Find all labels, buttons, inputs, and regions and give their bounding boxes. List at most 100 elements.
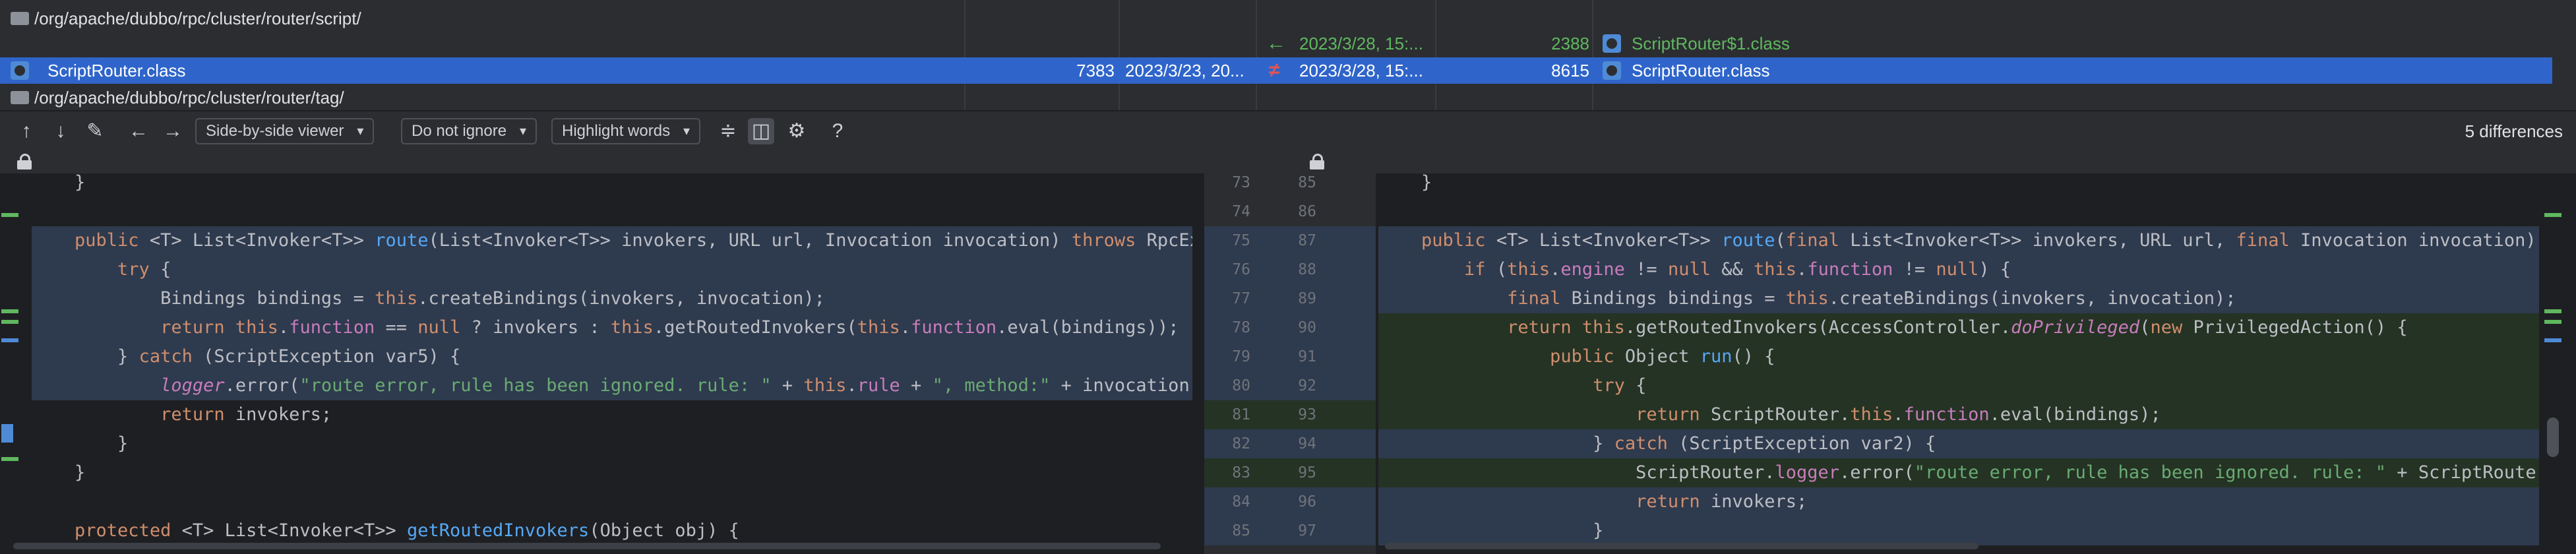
vertical-scrollbar[interactable] bbox=[2547, 417, 2559, 457]
left-line-number: 82 bbox=[1232, 435, 1250, 452]
highlight-mode-dropdown[interactable]: Highlight words ▾ bbox=[551, 118, 701, 144]
arrow-down-icon[interactable]: ↓ bbox=[47, 118, 74, 144]
sync-scroll-icon[interactable]: ◫ bbox=[748, 118, 774, 144]
right-date: 2023/3/28, 15:... bbox=[1299, 61, 1423, 80]
highlight-mode-label: Highlight words bbox=[562, 122, 671, 140]
right-size: 8615 bbox=[1551, 61, 1589, 80]
file-compare-tree: /org/apache/dubbo/rpc/cluster/router/scr… bbox=[0, 0, 2576, 110]
left-line-number: 81 bbox=[1232, 406, 1250, 423]
gutter-row: 76 88 bbox=[1204, 255, 1376, 284]
left-code-line bbox=[32, 197, 1192, 226]
gutter-row: 73 85 bbox=[1204, 168, 1376, 197]
right-change-markers bbox=[2543, 173, 2563, 554]
left-code-line: } bbox=[32, 462, 86, 483]
gutter-row: 78 90 bbox=[1204, 313, 1376, 342]
gutter-row: 83 95 bbox=[1204, 458, 1376, 487]
right-code-pane[interactable]: } public <T> List<Invoker<T>> route(fina… bbox=[1378, 173, 2539, 554]
right-code-line: public <T> List<Invoker<T>> route(final … bbox=[1378, 226, 2539, 255]
gutter-row: 77 89 bbox=[1204, 284, 1376, 313]
right-code-line: } bbox=[1378, 516, 2539, 545]
folder-icon bbox=[11, 91, 29, 105]
right-code-line: public Object run() { bbox=[1378, 342, 2539, 371]
gutter-row: 74 86 bbox=[1204, 197, 1376, 226]
chevron-down-icon: ▾ bbox=[357, 124, 364, 138]
line-number-gutter: 73 85 74 86 75 87 76 88 77 89 78 90 79 91 80 92 81 93 82 94… bbox=[1204, 173, 1376, 554]
left-date: 2023/3/23, 20... bbox=[1125, 61, 1244, 80]
right-code-line: return ScriptRouter.this.function.eval(b… bbox=[1378, 400, 2539, 429]
back-icon[interactable]: ← bbox=[125, 118, 152, 144]
left-code-line: logger.error("route error, rule has been… bbox=[32, 371, 1192, 400]
left-code-line: return invokers; bbox=[160, 404, 332, 425]
left-line-number: 83 bbox=[1232, 464, 1250, 481]
right-header bbox=[1376, 150, 2576, 173]
arrow-up-icon[interactable]: ↑ bbox=[13, 118, 40, 144]
viewer-mode-dropdown[interactable]: Side-by-side viewer ▾ bbox=[195, 118, 375, 144]
left-line-number: 78 bbox=[1232, 319, 1250, 336]
gutter-row: 84 96 bbox=[1204, 487, 1376, 516]
right-code-line bbox=[1378, 197, 2539, 226]
diff-count: 5 differences bbox=[2465, 121, 2563, 141]
right-code-line: ScriptRouter.logger.error("route error, … bbox=[1378, 458, 2539, 487]
chevron-down-icon: ▾ bbox=[520, 124, 527, 138]
help-button[interactable]: ? bbox=[824, 118, 851, 144]
left-code-line: try { bbox=[32, 255, 1192, 284]
gutter-row: 79 91 bbox=[1204, 342, 1376, 371]
right-horizontal-scrollbar[interactable] bbox=[1385, 543, 1978, 549]
gutter-row: 81 93 bbox=[1204, 400, 1376, 429]
left-line-number: 74 bbox=[1232, 203, 1250, 220]
class-file-icon bbox=[1603, 61, 1621, 80]
right-line-number: 90 bbox=[1298, 319, 1316, 336]
folder-path: /org/apache/dubbo/rpc/cluster/router/tag… bbox=[34, 88, 344, 108]
right-line-number: 97 bbox=[1298, 522, 1316, 539]
left-line-number: 75 bbox=[1232, 232, 1250, 249]
left-line-number: 77 bbox=[1232, 290, 1250, 307]
folder-cell: /org/apache/dubbo/rpc/cluster/router/tag… bbox=[11, 84, 344, 111]
left-line-number: 84 bbox=[1232, 493, 1250, 510]
right-line-number: 96 bbox=[1298, 493, 1316, 510]
left-code-line: Bindings bindings = this.createBindings(… bbox=[32, 284, 1192, 313]
tree-row-folder-tag[interactable]: /org/apache/dubbo/rpc/cluster/router/tag… bbox=[0, 84, 2552, 111]
left-line-number: 76 bbox=[1232, 261, 1250, 278]
right-line-number: 93 bbox=[1298, 406, 1316, 423]
class-file-icon bbox=[11, 61, 29, 80]
left-file-name: ScriptRouter.class bbox=[47, 61, 186, 80]
collapse-icon[interactable]: ≑ bbox=[715, 118, 741, 144]
left-code-pane[interactable]: } public <T> List<Invoker<T>> route(List… bbox=[32, 173, 1192, 554]
arrow-left-icon: ← bbox=[1266, 32, 1286, 54]
right-code-line: } bbox=[1378, 173, 1432, 193]
right-line-number: 94 bbox=[1298, 435, 1316, 452]
folder-icon bbox=[11, 12, 29, 26]
left-code-line: } bbox=[32, 173, 86, 193]
right-line-number: 95 bbox=[1298, 464, 1316, 481]
right-date: 2023/3/28, 15:... bbox=[1299, 34, 1423, 53]
lock-icon bbox=[1310, 154, 1324, 169]
right-line-number: 86 bbox=[1298, 203, 1316, 220]
left-line-number: 79 bbox=[1232, 348, 1250, 365]
right-line-number: 85 bbox=[1298, 174, 1316, 191]
left-horizontal-scrollbar[interactable] bbox=[13, 543, 1161, 549]
left-line-number: 73 bbox=[1232, 174, 1250, 191]
ignore-mode-label: Do not ignore bbox=[412, 122, 507, 140]
tree-row-folder-script[interactable]: /org/apache/dubbo/rpc/cluster/router/scr… bbox=[0, 5, 2552, 32]
viewer-mode-label: Side-by-side viewer bbox=[206, 122, 344, 140]
left-code-line: protected <T> List<Invoker<T>> getRouted… bbox=[75, 520, 739, 541]
folder-path: /org/apache/dubbo/rpc/cluster/router/scr… bbox=[34, 9, 361, 28]
right-line-number: 91 bbox=[1298, 348, 1316, 365]
forward-icon[interactable]: → bbox=[160, 118, 186, 144]
gutter-row: 75 87 bbox=[1204, 226, 1376, 255]
right-line-number: 88 bbox=[1298, 261, 1316, 278]
ignore-mode-dropdown[interactable]: Do not ignore ▾ bbox=[401, 118, 537, 144]
class-file-icon bbox=[1603, 34, 1621, 53]
right-file-name: ScriptRouter$1.class bbox=[1632, 34, 1790, 53]
settings-icon[interactable]: ⚙ bbox=[783, 118, 810, 144]
diff-editor: } public <T> List<Invoker<T>> route(List… bbox=[0, 150, 2576, 554]
edit-icon[interactable]: ✎ bbox=[82, 118, 108, 144]
tree-row-changed[interactable]: ← 2023/3/28, 15:... 2388 ScriptRouter$1.… bbox=[0, 30, 2552, 57]
left-header bbox=[0, 150, 1204, 173]
left-code-line: return this.function == null ? invokers … bbox=[32, 313, 1192, 342]
right-code-line: return invokers; bbox=[1378, 487, 2539, 516]
folder-cell: /org/apache/dubbo/rpc/cluster/router/scr… bbox=[11, 5, 361, 32]
right-size: 2388 bbox=[1551, 34, 1589, 53]
tree-row-selected[interactable]: ScriptRouter.class 7383 2023/3/23, 20...… bbox=[0, 57, 2552, 84]
right-code-line: if (this.engine != null && this.function… bbox=[1378, 255, 2539, 284]
